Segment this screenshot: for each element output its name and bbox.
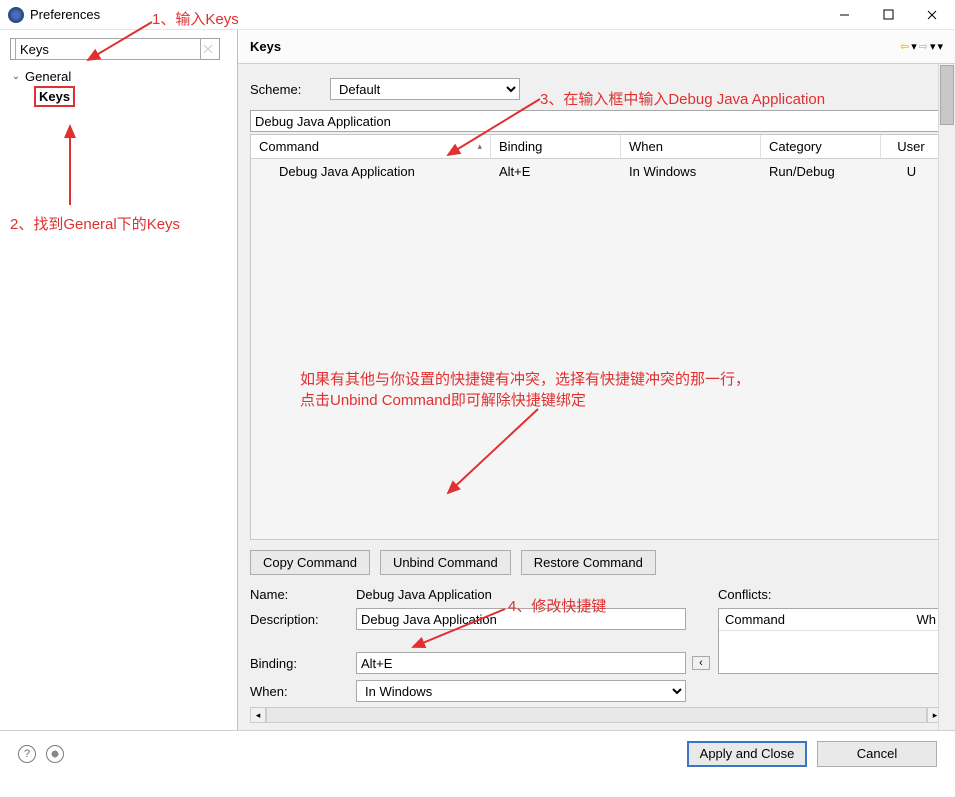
back-icon[interactable]: ⇦: [900, 40, 909, 53]
clear-binding-button[interactable]: ‹: [692, 656, 710, 670]
window-title: Preferences: [30, 7, 829, 22]
import-export-button[interactable]: [46, 745, 64, 763]
tree-item-keys[interactable]: Keys: [10, 86, 235, 106]
cell-binding: Alt+E: [491, 162, 621, 181]
horizontal-scrollbar[interactable]: ◂ ▸: [250, 706, 943, 724]
conflicts-col-command[interactable]: Command: [725, 612, 917, 627]
page-header: Keys ⇦ ▾ ⇨ ▾ ▾: [238, 30, 955, 64]
cancel-button[interactable]: Cancel: [817, 741, 937, 767]
sort-asc-icon: ▴: [477, 141, 482, 152]
forward-menu-icon[interactable]: ▾: [930, 40, 936, 53]
preferences-sidebar: ⌄ General Keys: [0, 30, 238, 730]
vertical-scrollbar[interactable]: [938, 64, 955, 730]
conflicts-label: Conflicts:: [718, 587, 943, 602]
conflicts-table[interactable]: Command Wh: [718, 608, 943, 674]
category-tree[interactable]: ⌄ General Keys: [2, 66, 235, 106]
filter-search-box[interactable]: [10, 38, 220, 60]
unbind-command-button[interactable]: Unbind Command: [380, 550, 511, 575]
description-input[interactable]: [356, 608, 686, 630]
chevron-down-icon[interactable]: ⌄: [10, 71, 22, 82]
column-binding[interactable]: Binding: [491, 135, 621, 158]
cell-when: In Windows: [621, 162, 761, 181]
when-label: When:: [250, 684, 350, 699]
column-category[interactable]: Category: [761, 135, 881, 158]
table-row[interactable]: Debug Java Application Alt+E In Windows …: [251, 159, 942, 184]
column-user[interactable]: User: [881, 135, 942, 158]
tree-label: Keys: [34, 86, 75, 107]
dialog-footer: ? Apply and Close Cancel: [0, 730, 955, 776]
column-when[interactable]: When: [621, 135, 761, 158]
name-label: Name:: [250, 587, 350, 602]
maximize-button[interactable]: [873, 3, 903, 27]
name-value: Debug Java Application: [356, 587, 686, 602]
keybinding-table[interactable]: Command▴ Binding When Category User Debu…: [250, 134, 943, 540]
clear-search-icon[interactable]: [201, 42, 215, 56]
restore-command-button[interactable]: Restore Command: [521, 550, 656, 575]
tree-label: General: [22, 68, 74, 85]
eclipse-icon: [8, 7, 24, 23]
apply-and-close-button[interactable]: Apply and Close: [687, 741, 807, 767]
binding-input[interactable]: [356, 652, 686, 674]
cell-category: Run/Debug: [761, 162, 881, 181]
copy-command-button[interactable]: Copy Command: [250, 550, 370, 575]
help-button[interactable]: ?: [18, 745, 36, 763]
scheme-label: Scheme:: [250, 82, 330, 97]
forward-icon[interactable]: ⇨: [919, 40, 928, 53]
filter-search-input[interactable]: [15, 38, 201, 60]
tree-item-general[interactable]: ⌄ General: [10, 66, 235, 86]
scheme-select[interactable]: Default: [330, 78, 520, 100]
description-label: Description:: [250, 612, 350, 627]
history-nav: ⇦ ▾ ⇨ ▾ ▾: [900, 40, 943, 53]
preferences-content: Keys ⇦ ▾ ⇨ ▾ ▾ Scheme: Default Command▴: [238, 30, 955, 730]
scroll-left-icon: ◂: [250, 707, 266, 723]
back-menu-icon[interactable]: ▾: [911, 40, 917, 53]
command-filter-input[interactable]: [250, 110, 943, 132]
when-select[interactable]: In Windows: [356, 680, 686, 702]
minimize-button[interactable]: [829, 3, 859, 27]
column-command[interactable]: Command▴: [251, 135, 491, 158]
table-header: Command▴ Binding When Category User: [251, 135, 942, 159]
cell-user: U: [881, 162, 942, 181]
page-title: Keys: [250, 39, 900, 54]
cell-command: Debug Java Application: [251, 162, 491, 181]
view-menu-icon[interactable]: ▾: [937, 40, 943, 53]
binding-label: Binding:: [250, 656, 350, 671]
conflicts-col-when[interactable]: Wh: [917, 612, 937, 627]
titlebar: Preferences: [0, 0, 955, 30]
close-button[interactable]: [917, 3, 947, 27]
